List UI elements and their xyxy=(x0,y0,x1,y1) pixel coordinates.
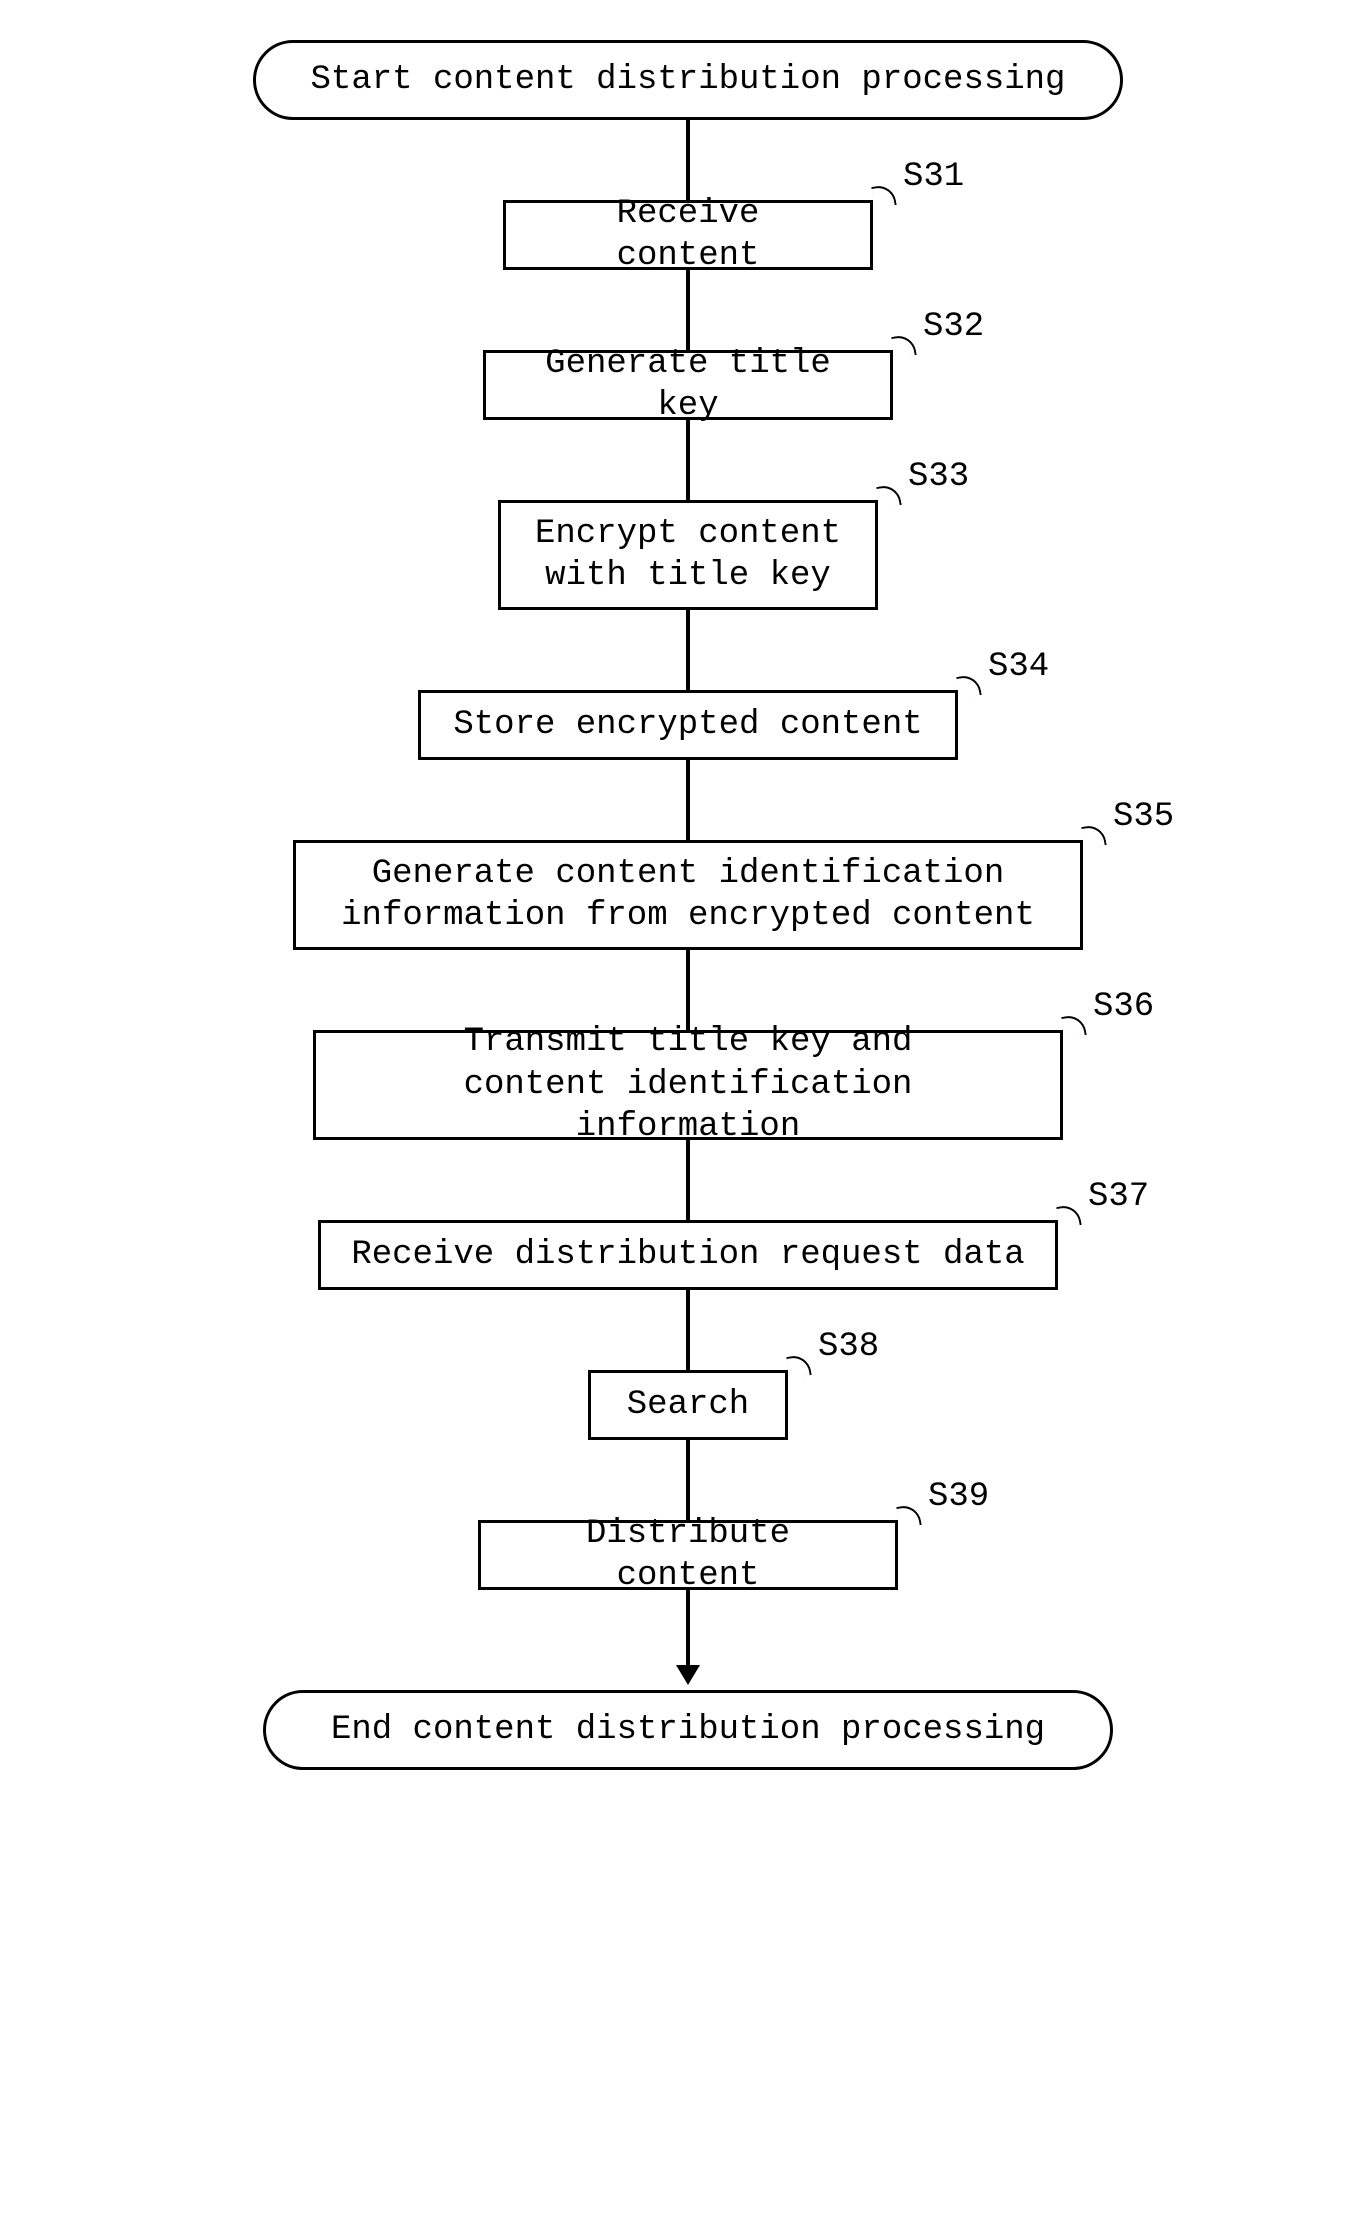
connector xyxy=(686,1290,690,1370)
step-text: Receive content xyxy=(536,193,840,278)
step-label-s32: S32 xyxy=(923,308,984,346)
step-text: Generate content identification informat… xyxy=(341,853,1035,938)
connector xyxy=(686,950,690,1030)
start-text: Start content distribution processing xyxy=(311,59,1066,102)
step-s35: Generate content identification informat… xyxy=(293,840,1083,950)
label-connector xyxy=(891,333,916,358)
end-terminator: End content distribution processing xyxy=(263,1690,1113,1770)
step-label-s37: S37 xyxy=(1088,1178,1149,1216)
step-text: Distribute content xyxy=(511,1513,865,1598)
step-label-s38: S38 xyxy=(818,1328,879,1366)
label-connector xyxy=(871,183,896,208)
step-label-s35: S35 xyxy=(1113,798,1174,836)
connector xyxy=(686,120,690,200)
connector xyxy=(686,1590,690,1670)
step-text: Generate title key xyxy=(516,343,860,428)
label-connector xyxy=(1081,823,1106,848)
label-connector xyxy=(786,1353,811,1378)
connector xyxy=(686,610,690,690)
step-label-s33: S33 xyxy=(908,458,969,496)
step-text: Encrypt content with title key xyxy=(535,513,841,598)
connector xyxy=(686,760,690,840)
label-connector xyxy=(896,1503,921,1528)
label-connector xyxy=(876,483,901,508)
step-label-s34: S34 xyxy=(988,648,1049,686)
start-terminator: Start content distribution processing xyxy=(253,40,1123,120)
step-s39: Distribute content xyxy=(478,1520,898,1590)
label-connector xyxy=(956,673,981,698)
connector xyxy=(686,420,690,500)
step-label-s39: S39 xyxy=(928,1478,989,1516)
step-label-s36: S36 xyxy=(1093,988,1154,1026)
step-s37: Receive distribution request data xyxy=(318,1220,1058,1290)
connector xyxy=(686,1140,690,1220)
arrowhead-icon xyxy=(676,1665,700,1685)
step-text: Store encrypted content xyxy=(453,704,922,747)
step-label-s31: S31 xyxy=(903,158,964,196)
step-text: Receive distribution request data xyxy=(351,1234,1024,1277)
connector xyxy=(686,270,690,350)
label-connector xyxy=(1056,1203,1081,1228)
step-text: Transmit title key and content identific… xyxy=(346,1021,1030,1149)
step-text: Search xyxy=(627,1384,749,1427)
step-s36: Transmit title key and content identific… xyxy=(313,1030,1063,1140)
end-text: End content distribution processing xyxy=(331,1709,1045,1752)
connector xyxy=(686,1440,690,1520)
step-s32: Generate title key xyxy=(483,350,893,420)
step-s38: Search xyxy=(588,1370,788,1440)
label-connector xyxy=(1061,1013,1086,1038)
step-s34: Store encrypted content xyxy=(418,690,958,760)
step-s31: Receive content xyxy=(503,200,873,270)
step-s33: Encrypt content with title key xyxy=(498,500,878,610)
